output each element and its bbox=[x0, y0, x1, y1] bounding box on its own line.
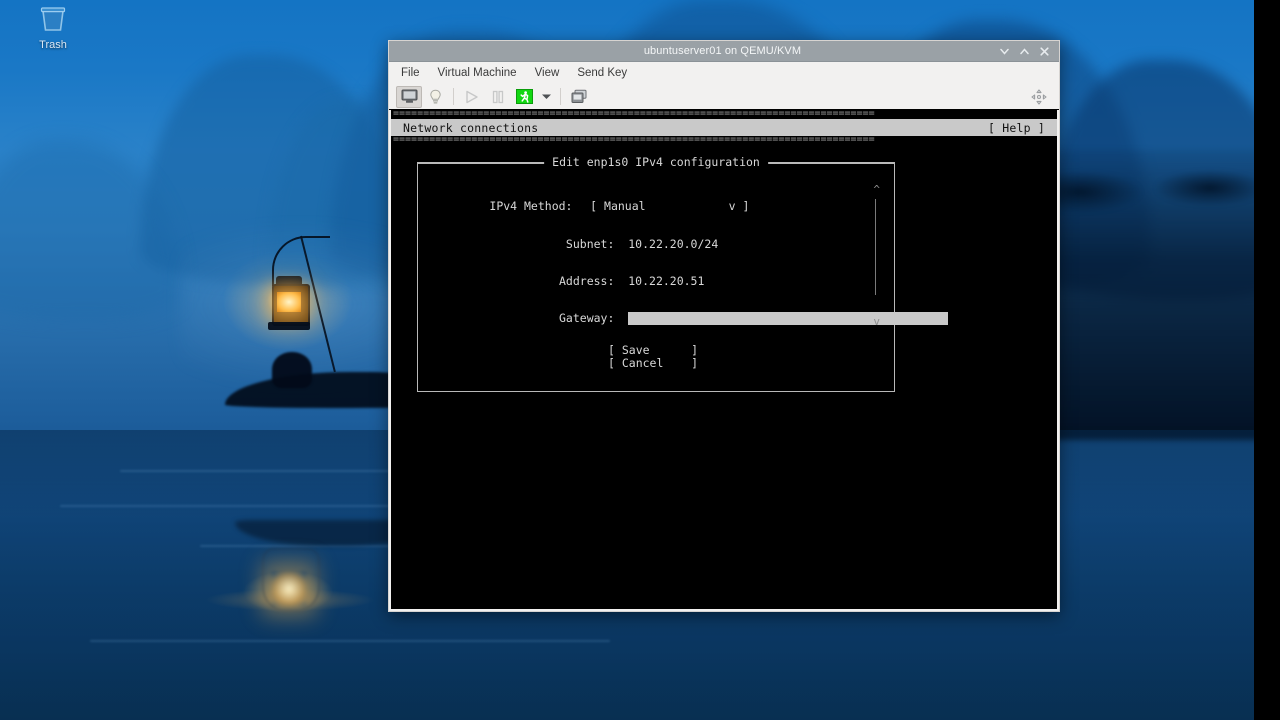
toolbar bbox=[389, 84, 1059, 110]
shutdown-running-man-icon bbox=[515, 89, 533, 104]
gateway-input[interactable] bbox=[628, 312, 949, 325]
fullscreen-button[interactable] bbox=[1026, 86, 1052, 108]
tui-header-bar: Network connections [ Help ] bbox=[391, 119, 1057, 136]
field-label-gateway: Gateway: bbox=[559, 311, 615, 325]
field-gateway[interactable]: Gateway: bbox=[434, 297, 949, 339]
lantern-reflection bbox=[272, 572, 306, 606]
window-minimize-button[interactable] bbox=[996, 44, 1012, 58]
field-value-address[interactable]: 10.22.20.51 bbox=[628, 274, 704, 288]
scrollbar-thumb[interactable] bbox=[875, 199, 876, 295]
close-icon bbox=[1039, 46, 1049, 56]
cancel-button[interactable]: [ Cancel ] bbox=[608, 356, 698, 370]
menu-send-key[interactable]: Send Key bbox=[575, 66, 629, 80]
snapshots-button[interactable] bbox=[566, 86, 592, 108]
water-ripple bbox=[90, 640, 610, 642]
tui-screen-title: Network connections bbox=[403, 120, 539, 135]
chevron-down-icon bbox=[541, 94, 551, 99]
window-title: ubuntuserver01 on QEMU/KVM bbox=[643, 45, 802, 57]
virt-manager-window: ubuntuserver01 on QEMU/KVM File Virtual … bbox=[388, 40, 1060, 612]
tui-help-button[interactable]: [ Help ] bbox=[988, 121, 1045, 135]
toolbar-separator bbox=[560, 88, 561, 105]
desktop-icon-label: Trash bbox=[39, 39, 67, 51]
window-titlebar[interactable]: ubuntuserver01 on QEMU/KVM bbox=[389, 41, 1059, 62]
menubar: File Virtual Machine View Send Key bbox=[389, 62, 1059, 84]
show-console-button[interactable] bbox=[396, 85, 422, 108]
trash-icon bbox=[40, 7, 66, 31]
field-address[interactable]: Address: 10.22.20.51 bbox=[434, 260, 704, 302]
save-button[interactable]: [ Save ] bbox=[608, 343, 698, 357]
lantern-flame bbox=[277, 292, 301, 312]
menu-virtual-machine[interactable]: Virtual Machine bbox=[436, 66, 519, 80]
dialog-border-top-left bbox=[418, 163, 558, 164]
chevron-down-icon bbox=[999, 48, 1009, 55]
monitor-icon bbox=[401, 89, 417, 103]
tui-rule-top: ========================================… bbox=[393, 110, 875, 119]
shutdown-button[interactable] bbox=[511, 86, 537, 108]
field-value-ipv4-method[interactable]: [ Manual v ] bbox=[590, 199, 749, 213]
show-details-button[interactable] bbox=[422, 86, 448, 108]
window-close-button[interactable] bbox=[1036, 44, 1052, 58]
field-subnet[interactable]: Subnet: 10.22.20.0/24 bbox=[434, 223, 718, 265]
desktop-icon-trash[interactable]: Trash bbox=[33, 6, 73, 51]
field-label-address: Address: bbox=[559, 274, 615, 288]
scroll-up-arrow[interactable]: ^ bbox=[873, 183, 880, 196]
dialog-border-top-right bbox=[754, 163, 894, 164]
run-button[interactable] bbox=[459, 86, 485, 108]
window-maximize-button[interactable] bbox=[1016, 44, 1032, 58]
lantern-base bbox=[268, 322, 310, 330]
field-ipv4-method[interactable]: IPv4 Method: [ Manual v ] bbox=[434, 185, 749, 227]
edit-ipv4-configuration-dialog: Edit enp1s0 IPv4 configuration IPv4 Meth… bbox=[417, 155, 949, 392]
snapshots-icon bbox=[571, 89, 587, 103]
field-label-ipv4-method: IPv4 Method: bbox=[489, 199, 573, 213]
lightbulb-icon bbox=[429, 89, 441, 104]
desktop-right-letterbox bbox=[1254, 0, 1280, 720]
field-value-subnet[interactable]: 10.22.20.0/24 bbox=[628, 237, 718, 251]
menu-view[interactable]: View bbox=[533, 66, 562, 80]
vm-console-screen[interactable]: ========================================… bbox=[391, 110, 1057, 609]
field-label-subnet: Subnet: bbox=[565, 237, 615, 251]
chevron-up-icon bbox=[1019, 47, 1029, 54]
fullscreen-arrows-icon bbox=[1031, 88, 1047, 105]
pause-icon bbox=[492, 90, 504, 103]
menu-file[interactable]: File bbox=[399, 66, 422, 80]
fisherman-silhouette bbox=[272, 352, 312, 388]
scroll-down-arrow[interactable]: v bbox=[873, 315, 880, 328]
shutdown-menu-button[interactable] bbox=[537, 86, 555, 108]
dialog-title: Edit enp1s0 IPv4 configuration bbox=[544, 155, 768, 169]
toolbar-separator bbox=[453, 88, 454, 105]
pause-button[interactable] bbox=[485, 86, 511, 108]
tui-rule-bottom: ========================================… bbox=[393, 136, 875, 145]
play-icon bbox=[466, 90, 478, 103]
